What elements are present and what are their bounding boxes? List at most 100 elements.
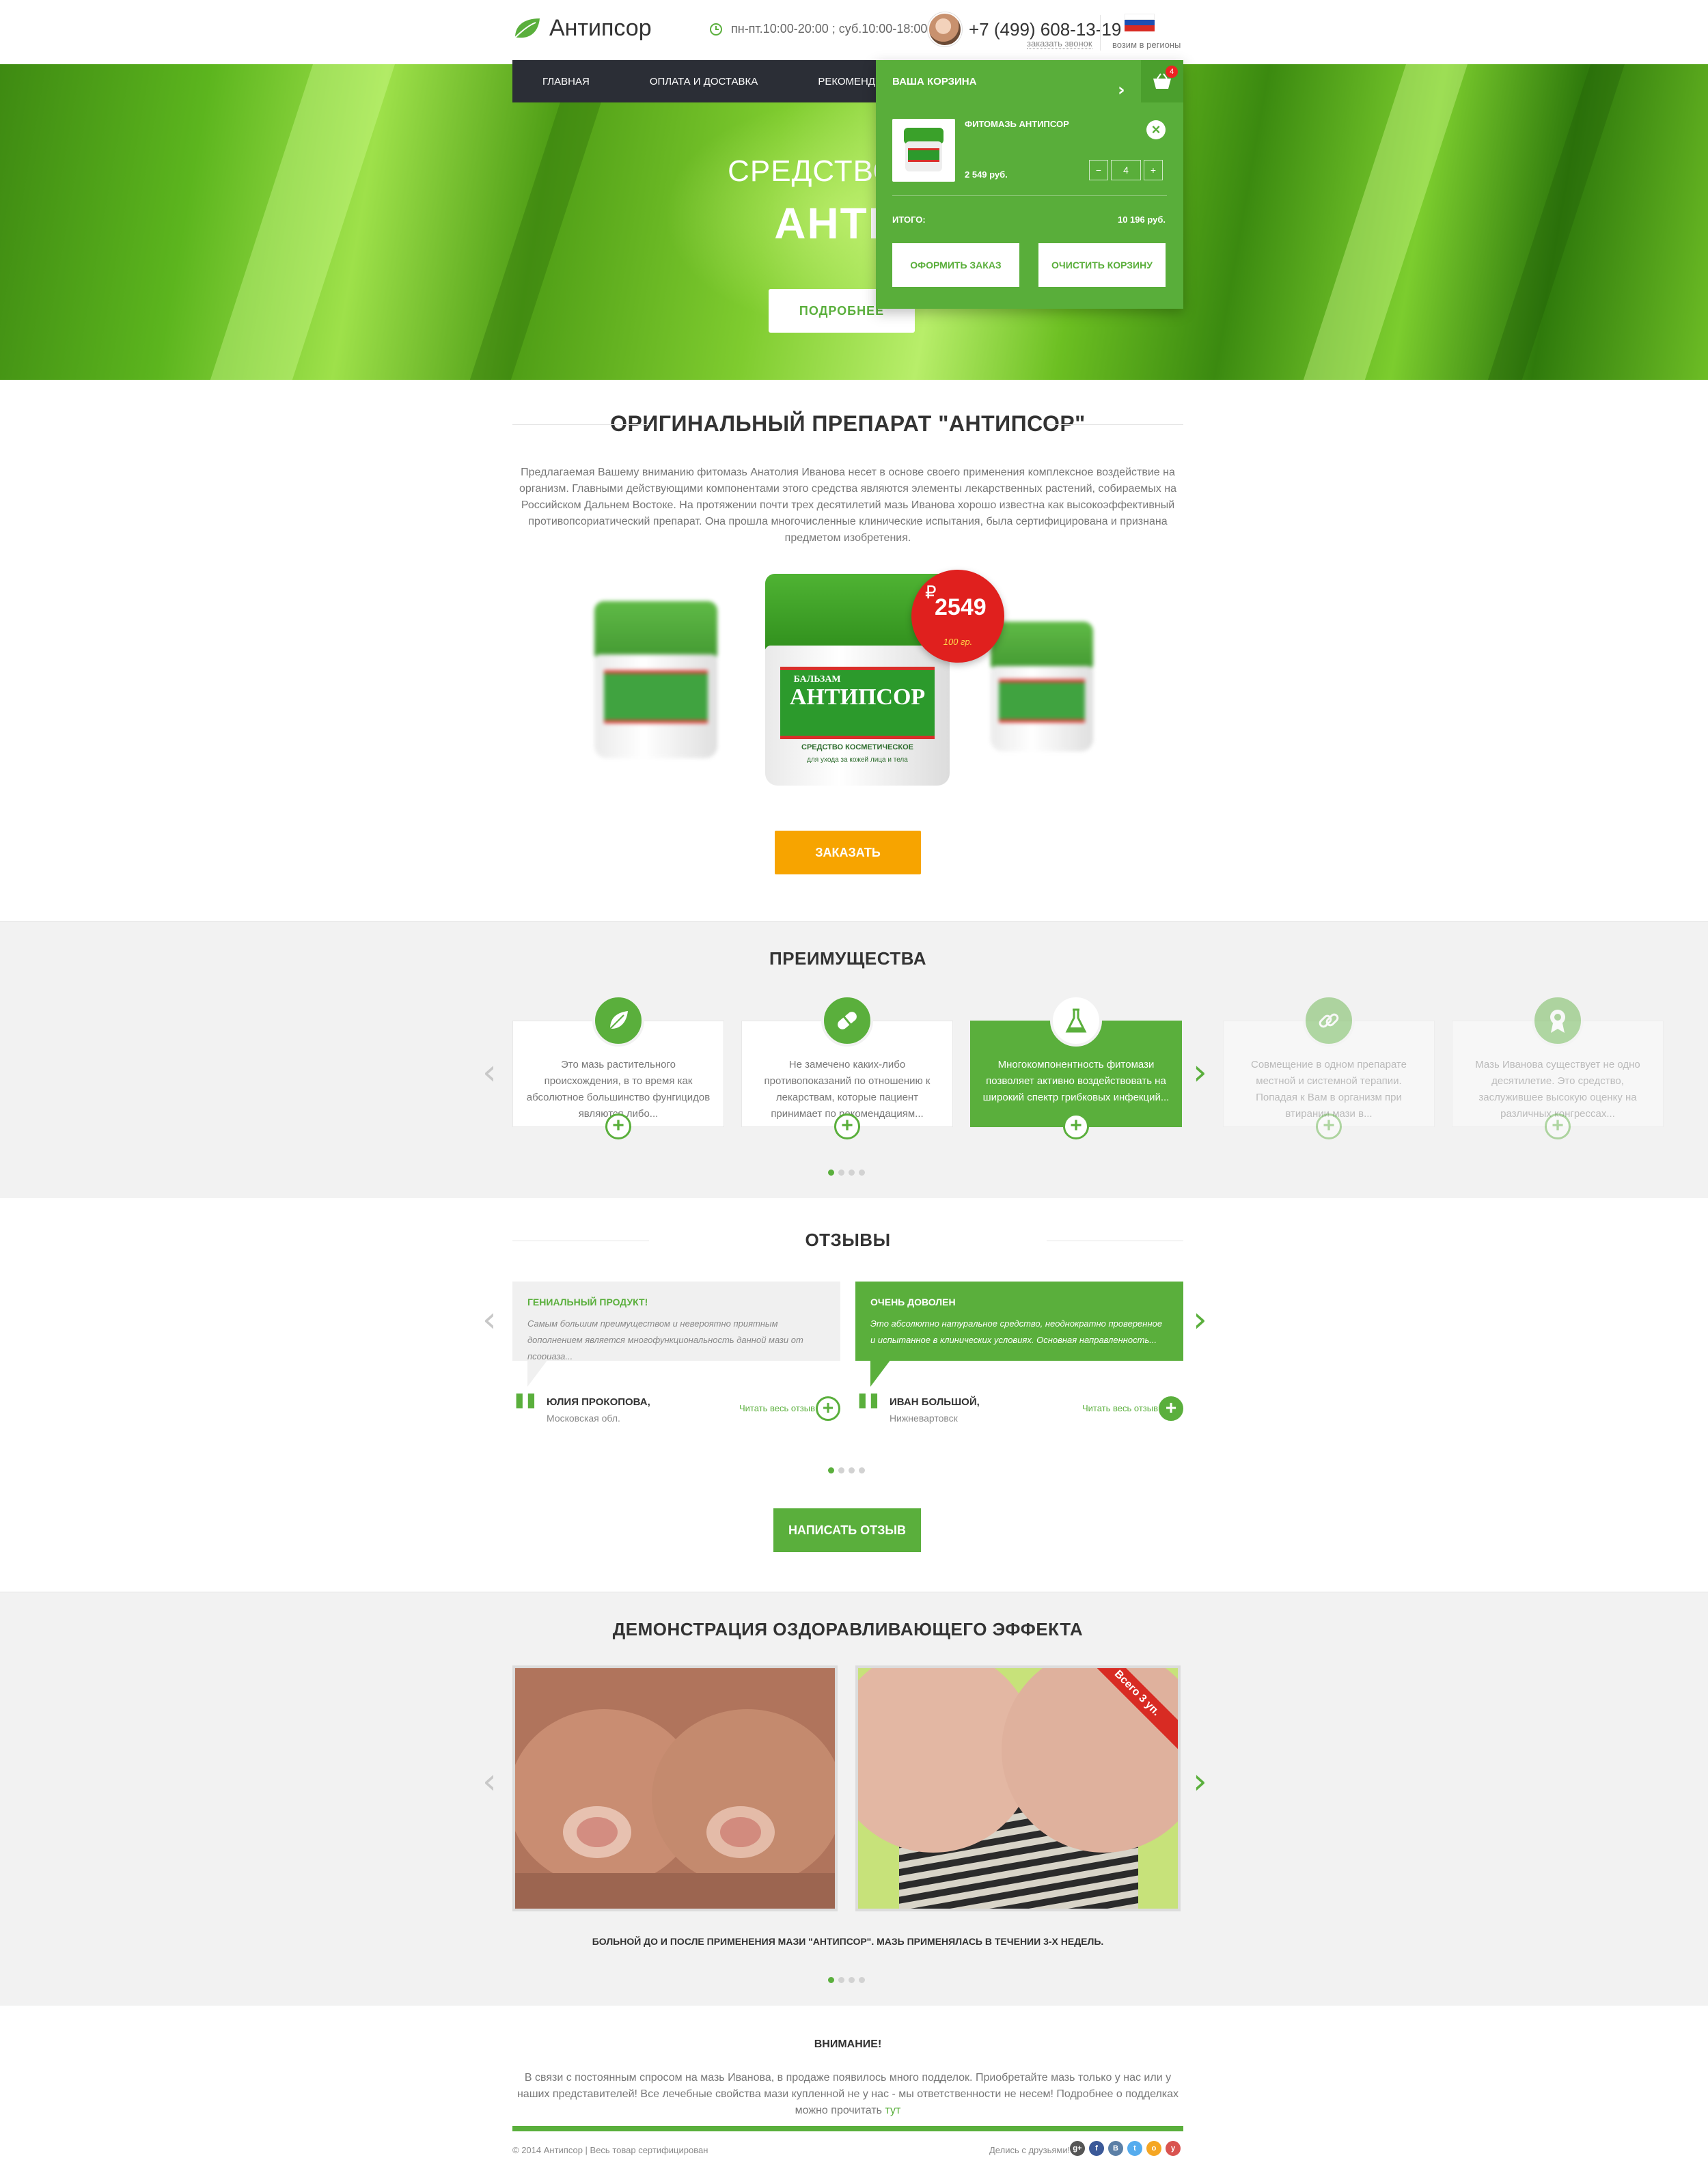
main-nav: Главная Оплата и доставка Рекомендуем ап… — [512, 60, 948, 102]
read-full-review-link[interactable]: Читать весь отзыв — [739, 1403, 815, 1413]
pagination-dot[interactable] — [849, 1467, 855, 1473]
hero-title-line2: АНТИП — [774, 199, 934, 248]
twitter-icon[interactable]: t — [1127, 2141, 1142, 2156]
pagination-dot[interactable] — [859, 1467, 865, 1473]
odnoklassniki-icon[interactable]: o — [1146, 2141, 1161, 2156]
pagination-dot[interactable] — [859, 1977, 865, 1983]
nav-item-home[interactable]: Главная — [512, 76, 590, 87]
review-text: Это абсолютно натуральное средство, неод… — [870, 1318, 1163, 1345]
read-review-plus-icon[interactable]: + — [1159, 1396, 1183, 1421]
advantage-expand-plus-icon[interactable]: + — [1063, 1113, 1089, 1139]
pill-icon — [821, 995, 873, 1047]
advantage-expand-plus-icon[interactable]: + — [605, 1113, 631, 1139]
attention-title: ВНИМАНИЕ! — [814, 2038, 882, 2050]
demo-caption: БОЛЬНОЙ ДО И ПОСЛЕ ПРИМЕНЕНИЯ МАЗИ "АНТИ… — [592, 1936, 1104, 1947]
reviewer-city: Московская обл. — [547, 1413, 620, 1424]
pagination-dot[interactable] — [828, 1467, 834, 1473]
hero-title-line1: СРЕДСТВО ОТ П — [728, 154, 980, 188]
remove-item-close-icon[interactable]: × — [1146, 120, 1166, 139]
leaf-icon — [592, 995, 644, 1047]
advantages-prev-arrow-icon[interactable]: ‹ — [482, 1055, 497, 1090]
advantage-expand-plus-icon[interactable]: + — [834, 1113, 860, 1139]
share-label: Делись с друзьями! — [989, 2145, 1071, 2155]
intro-title: ОРИГИНАЛЬНЫЙ ПРЕПАРАТ "АНТИПСОР" — [512, 411, 1183, 437]
vkontakte-icon[interactable]: B — [1108, 2141, 1123, 2156]
hero-banner: СРЕДСТВО ОТ П АНТИП ПОДРОБНЕЕ — [0, 64, 1708, 380]
before-photo — [512, 1665, 838, 1911]
pagination-dot[interactable] — [838, 1467, 844, 1473]
pagination-dot[interactable] — [838, 1977, 844, 1983]
logo[interactable]: Антипсор — [512, 15, 652, 42]
phone-number[interactable]: +7 (499) 608-13-19 — [969, 19, 1121, 40]
reviewer-name: Иван Большой, — [890, 1396, 980, 1408]
reviews-next-arrow-icon[interactable]: › — [1193, 1302, 1207, 1338]
header-divider — [1100, 15, 1101, 51]
award-icon — [1532, 995, 1584, 1047]
after-photo: Всего 3 уп. — [855, 1665, 1181, 1911]
pagination-dot[interactable] — [849, 1977, 855, 1983]
attention-body: В связи с постоянным спросом на мазь Ива… — [516, 2072, 1179, 2116]
product-showcase: БАЛЬЗАМ АНТИПСОР СРЕДСТВО КОСМЕТИЧЕСКОЕ … — [512, 546, 1183, 833]
qty-input[interactable]: 4 — [1111, 160, 1141, 180]
review-title: Гениальный продукт! — [527, 1297, 648, 1307]
russia-flag-icon — [1125, 14, 1155, 31]
read-review-plus-icon[interactable]: + — [816, 1396, 840, 1421]
header: Антипсор пн-пт.10:00-20:00 ; суб.10:00-1… — [0, 0, 1708, 64]
demo-prev-arrow-icon[interactable]: ‹ — [482, 1764, 497, 1799]
advantage-expand-plus-icon[interactable]: + — [1316, 1113, 1342, 1139]
intro-text: Предлагаемая Вашему вниманию фитомазь Ан… — [519, 467, 1176, 544]
demo-pagination — [828, 1977, 865, 1983]
reviewer-name: Юлия Прокопова, — [547, 1396, 650, 1408]
facebook-icon[interactable]: f — [1089, 2141, 1104, 2156]
advantages-title: ПРЕИМУЩЕСТВА — [769, 948, 926, 969]
advantages-next-arrow-icon[interactable]: › — [1193, 1055, 1207, 1090]
cart-title: Ваша корзина — [892, 75, 977, 87]
qty-increase-button[interactable]: + — [1144, 160, 1163, 180]
reviews-prev-arrow-icon[interactable]: ‹ — [482, 1302, 497, 1338]
clear-cart-button[interactable]: Очистить корзину — [1038, 243, 1166, 287]
pagination-dot[interactable] — [828, 1977, 834, 1983]
pagination-dot[interactable] — [859, 1169, 865, 1176]
logo-text: Антипсор — [549, 15, 652, 41]
quote-icon: " — [511, 1382, 540, 1446]
advantages-pagination — [828, 1169, 865, 1176]
cart-count-badge: 4 — [1166, 66, 1178, 78]
cart-total-label: Итого: — [892, 214, 926, 225]
jar-left — [594, 601, 717, 758]
write-review-button[interactable]: НАПИСАТЬ ОТЗЫВ — [773, 1508, 921, 1552]
working-hours: пн-пт.10:00-20:00 ; суб.10:00-18:00 — [709, 22, 927, 36]
pagination-dot[interactable] — [838, 1169, 844, 1176]
fakes-info-link[interactable]: тут — [885, 2105, 900, 2116]
cart-header[interactable]: Ваша корзина › — [876, 60, 1183, 102]
cart-product-name: Фитомазь Антипсор — [965, 119, 1069, 129]
demo-title: ДЕМОНСТРАЦИЯ ОЗДОРАВЛИВАЮЩЕГО ЭФФЕКТА — [612, 1619, 1084, 1639]
google-plus-icon[interactable]: g+ — [1070, 2141, 1085, 2156]
qty-decrease-button[interactable]: − — [1089, 160, 1108, 180]
reviews-title: ОТЗЫВЫ — [512, 1230, 1183, 1251]
callback-link[interactable]: заказать звонок — [1027, 38, 1092, 49]
jar-icon — [904, 128, 943, 171]
jar-label-sub: СРЕДСТВО КОСМЕТИЧЕСКОЕ — [801, 743, 913, 751]
quote-icon: " — [854, 1382, 883, 1446]
basket-button[interactable]: 4 — [1141, 60, 1183, 102]
price-badge: ₽ 2549 100 гр. — [911, 570, 1004, 663]
pagination-dot[interactable] — [849, 1169, 855, 1176]
pagination-dot[interactable] — [828, 1169, 834, 1176]
review-text: Самым большим преимуществом и невероятно… — [527, 1318, 803, 1361]
review-card-active: Очень доволен Это абсолютно натуральное … — [855, 1282, 1183, 1361]
advantage-expand-plus-icon[interactable]: + — [1545, 1113, 1571, 1139]
read-full-review-link[interactable]: Читать весь отзыв — [1082, 1403, 1158, 1413]
review-card: Гениальный продукт! Самым большим преиму… — [512, 1282, 840, 1361]
demo-next-arrow-icon[interactable]: › — [1193, 1764, 1207, 1799]
nav-item-payment[interactable]: Оплата и доставка — [620, 76, 758, 87]
cart-product-price: 2 549 руб. — [965, 169, 1008, 180]
footer-accent-line — [512, 2126, 1183, 2131]
youtube-icon[interactable]: y — [1166, 2141, 1181, 2156]
order-button[interactable]: ЗАКАЗАТЬ — [775, 831, 921, 874]
chevron-right-icon[interactable]: › — [1118, 72, 1125, 108]
region-delivery-link[interactable]: возим в регионы — [1112, 40, 1181, 50]
jar-right — [991, 622, 1093, 751]
checkout-button[interactable]: Оформить заказ — [892, 243, 1019, 287]
cart-total-value: 10 196 руб. — [1117, 214, 1166, 225]
jar-label-top: БАЛЬЗАМ — [793, 674, 841, 685]
